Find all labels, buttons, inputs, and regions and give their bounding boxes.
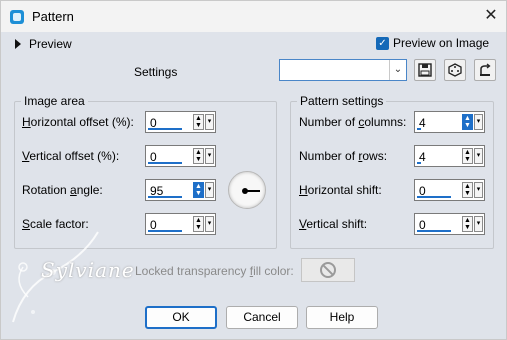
horizontal-offset-spinner[interactable]: 0 ▲ ▼ ▾	[145, 111, 216, 133]
columns-label: Number of columns:	[299, 115, 407, 129]
spin-arrows-icon[interactable]: ▲ ▼	[193, 148, 204, 164]
preview-label: Preview	[29, 37, 72, 51]
dialog-body: Preview ✓ Preview on Image Settings ⌄ Im…	[0, 32, 507, 340]
horizontal-shift-spinner[interactable]: 0 ▲ ▼ ▾	[414, 179, 485, 201]
preview-on-image-checkbox[interactable]: ✓ Preview on Image	[376, 36, 489, 50]
dropdown-arrow-icon[interactable]: ▾	[474, 182, 483, 198]
reset-button[interactable]	[474, 59, 496, 81]
dropdown-arrow-icon[interactable]: ▾	[474, 148, 483, 164]
save-icon	[418, 63, 432, 77]
rotation-angle-spinner[interactable]: 95 ▲ ▼ ▾	[145, 179, 216, 201]
spin-arrows-icon[interactable]: ▲ ▼	[462, 216, 473, 232]
dice-icon	[448, 63, 462, 77]
preview-toggle[interactable]: Preview	[15, 37, 72, 51]
title-bar: Pattern ✕	[0, 0, 507, 32]
expand-triangle-icon	[15, 39, 21, 49]
checkbox-checked-icon: ✓	[376, 36, 389, 50]
spin-arrows-icon[interactable]: ▲ ▼	[462, 148, 473, 164]
vertical-offset-spinner[interactable]: 0 ▲ ▼ ▾	[145, 145, 216, 167]
rows-spinner[interactable]: 4 ▲ ▼ ▾	[414, 145, 485, 167]
help-button[interactable]: Help	[306, 306, 378, 329]
window-title: Pattern	[32, 9, 74, 24]
randomize-button[interactable]	[444, 59, 466, 81]
rotation-dial[interactable]	[228, 171, 266, 209]
dropdown-arrow-icon[interactable]: ▾	[205, 114, 214, 130]
spin-arrows-icon[interactable]: ▲ ▼	[462, 114, 473, 130]
locked-fill-label: Locked transparency fill color:	[135, 264, 294, 278]
app-icon	[10, 10, 24, 24]
locked-fill-color-button[interactable]	[301, 258, 355, 282]
dropdown-arrow-icon[interactable]: ▾	[474, 216, 483, 232]
spin-arrows-icon[interactable]: ▲ ▼	[193, 182, 204, 198]
dropdown-arrow-icon[interactable]: ▾	[205, 148, 214, 164]
horizontal-offset-label: Horizontal offset (%):	[22, 115, 134, 129]
no-color-icon	[320, 262, 336, 278]
spin-arrows-icon[interactable]: ▲ ▼	[193, 216, 204, 232]
settings-label: Settings	[134, 65, 178, 79]
chevron-down-icon: ⌄	[389, 60, 406, 80]
reset-icon	[480, 63, 491, 76]
preview-on-image-label: Preview on Image	[393, 36, 490, 50]
preset-dropdown[interactable]: ⌄	[279, 59, 407, 81]
dropdown-arrow-icon[interactable]: ▾	[474, 114, 483, 130]
vertical-shift-label: Vertical shift:	[299, 217, 368, 231]
scale-factor-spinner[interactable]: 0 ▲ ▼ ▾	[145, 213, 216, 235]
ok-button[interactable]: OK	[145, 306, 217, 329]
spin-arrows-icon[interactable]: ▲ ▼	[462, 182, 473, 198]
horizontal-shift-label: Horizontal shift:	[299, 183, 382, 197]
dropdown-arrow-icon[interactable]: ▾	[205, 216, 214, 232]
spin-arrows-icon[interactable]: ▲ ▼	[193, 114, 204, 130]
save-preset-button[interactable]	[414, 59, 436, 81]
vertical-shift-spinner[interactable]: 0 ▲ ▼ ▾	[414, 213, 485, 235]
vertical-offset-label: Vertical offset (%):	[22, 149, 120, 163]
cancel-button[interactable]: Cancel	[226, 306, 298, 329]
dropdown-arrow-icon[interactable]: ▾	[205, 182, 214, 198]
rotation-angle-label: Rotation angle:	[22, 183, 103, 197]
columns-spinner[interactable]: 4 ▲ ▼ ▾	[414, 111, 485, 133]
image-area-title: Image area	[21, 94, 88, 108]
watermark-text: Sylviane	[41, 258, 135, 282]
pattern-settings-title: Pattern settings	[297, 94, 387, 108]
rows-label: Number of rows:	[299, 149, 388, 163]
close-icon[interactable]: ✕	[479, 5, 503, 27]
